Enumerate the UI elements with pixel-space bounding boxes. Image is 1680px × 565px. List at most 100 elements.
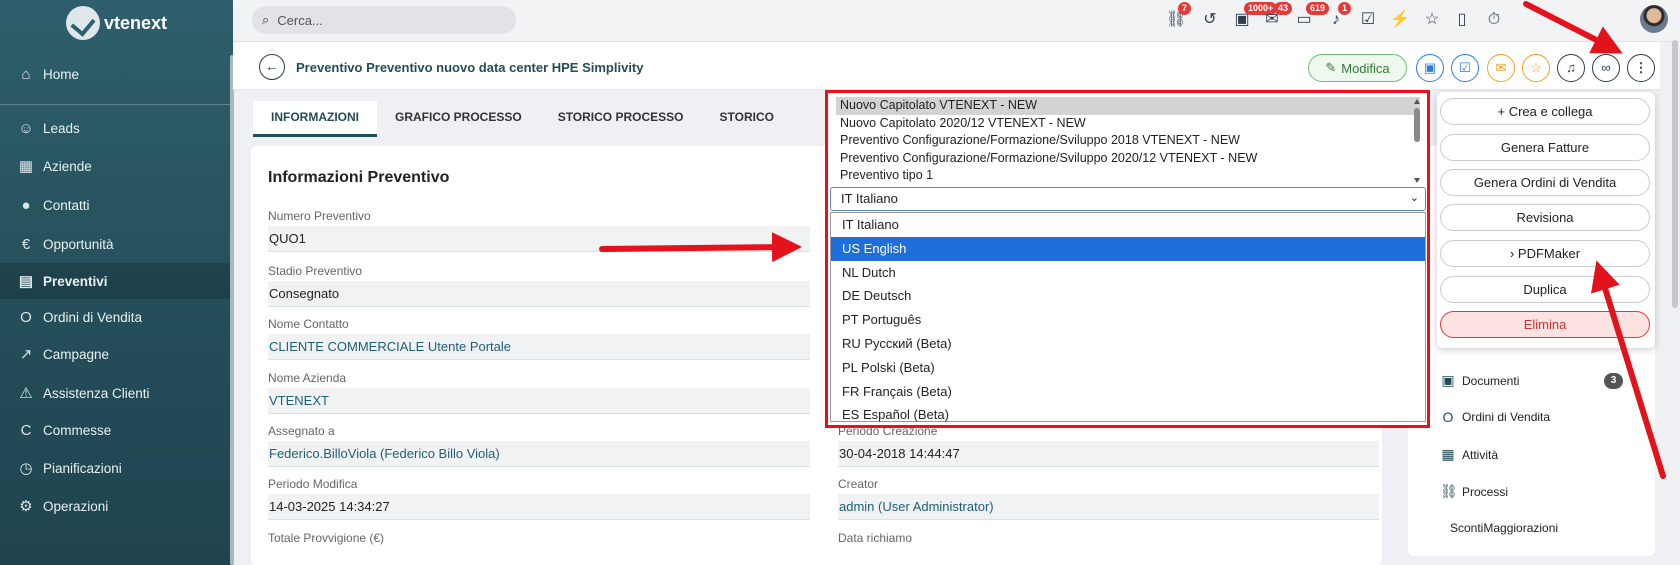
sidebar-item-campagne[interactable]: ↗ Campagne <box>0 336 233 372</box>
tab-grafico-processo[interactable]: GRAFICO PROCESSO <box>377 101 540 137</box>
menu-pdfmaker[interactable]: › PDFMaker <box>1440 240 1650 267</box>
language-selected-value: IT Italiano <box>841 191 898 206</box>
language-option[interactable]: US English <box>831 236 1425 261</box>
star-top-button[interactable]: ☆ <box>1422 10 1442 30</box>
language-option[interactable]: IT Italiano <box>831 213 1425 237</box>
page-scrollbar[interactable] <box>1672 40 1678 308</box>
lightning-top-button[interactable]: ⚡ <box>1390 10 1410 30</box>
search-placeholder: Cerca... <box>277 12 323 28</box>
menu-duplica[interactable]: Duplica <box>1440 276 1650 303</box>
tab-informazioni[interactable]: INFORMAZIONI <box>253 101 377 137</box>
notification-badge: 7 <box>1178 2 1192 15</box>
record-title: Preventivo Preventivo nuovo data center … <box>296 60 644 75</box>
field-value[interactable]: CLIENTE COMMERCIALE Utente Portale <box>268 334 810 360</box>
language-select[interactable]: IT Italiano ⌄ <box>830 187 1426 211</box>
logo-mark-icon <box>66 6 100 40</box>
calendar-icon: ▦ <box>1441 446 1455 462</box>
language-option[interactable]: FR Français (Beta) <box>831 380 1425 404</box>
logo-text: vtenext <box>104 12 168 33</box>
template-option[interactable]: Preventivo Configurazione/Formazione/Svi… <box>836 132 1420 150</box>
sidebar-scrollbar[interactable] <box>230 55 234 565</box>
edit-label: Modifica <box>1341 60 1390 76</box>
timer-top-button[interactable]: ⏱ <box>1484 10 1504 30</box>
language-option[interactable]: ES Español (Beta) <box>831 403 1425 427</box>
menu-revisiona[interactable]: Revisiona <box>1440 204 1650 231</box>
related-documenti[interactable]: ▣ Documenti <box>1440 372 1519 389</box>
template-option[interactable]: Preventivo tipo 1 <box>836 167 1420 185</box>
chat-top-button[interactable]: ▭ 619 <box>1294 2 1330 30</box>
gear-c-icon: ⚙ <box>19 498 33 515</box>
menu-crea-e-collega[interactable]: + Crea e collega <box>1440 98 1650 125</box>
field-value[interactable]: Federico.BilloViola (Federico Billo Viol… <box>268 441 810 467</box>
tab-storico-processo[interactable]: STORICO PROCESSO <box>540 101 702 137</box>
calendar-action-button[interactable]: ▣ <box>1416 54 1444 82</box>
sidebar-item-label: Opportunità <box>43 236 114 252</box>
notification-badge: 43 <box>1274 2 1293 15</box>
template-listbox[interactable]: Nuovo Capitolato VTENEXT - NEW Nuovo Capi… <box>836 97 1420 183</box>
sidebar-item-preventivi[interactable]: ▤ Preventivi <box>0 263 233 299</box>
sidebar-item-home[interactable]: ⌂ Home <box>0 56 233 92</box>
mail-top-button[interactable]: ✉ 43 <box>1262 2 1293 30</box>
related-label: Ordini di Vendita <box>1462 410 1551 424</box>
menu-genera-fatture[interactable]: Genera Fatture <box>1440 134 1650 161</box>
field-value[interactable]: VTENEXT <box>268 388 810 414</box>
sidebar-item-operazioni[interactable]: ⚙ Operazioni <box>0 488 233 524</box>
lightning-icon: ⚡ <box>1390 11 1410 28</box>
language-option[interactable]: DE Deutsch <box>831 284 1425 308</box>
favorite-action-button[interactable]: ☆ <box>1522 54 1550 82</box>
sidebar-item-label: Preventivi <box>43 273 108 289</box>
section-title: Informazioni Preventivo <box>268 169 450 186</box>
edit-button[interactable]: ✎ Modifica <box>1308 54 1407 82</box>
link-action-button[interactable]: ∞ <box>1592 54 1620 82</box>
menu-elimina[interactable]: Elimina <box>1440 311 1650 338</box>
process-top-button[interactable]: ⛓ 7 <box>1166 2 1192 30</box>
related-processi[interactable]: ⛓ Processi <box>1440 483 1508 500</box>
field-label: Creator <box>838 477 879 491</box>
template-list-scrollbar[interactable] <box>1412 98 1422 184</box>
template-option[interactable]: Nuovo Capitolato 2020/12 VTENEXT - NEW <box>836 115 1420 133</box>
logo[interactable]: vtenext <box>66 6 167 40</box>
field-value: 14-03-2025 14:34:27 <box>268 494 810 520</box>
back-button[interactable]: ← <box>259 54 285 80</box>
related-attivit-[interactable]: ▦ Attività <box>1440 446 1498 463</box>
language-option[interactable]: RU Русский (Beta) <box>831 332 1425 356</box>
sidebar-item-aziende[interactable]: ▦ Aziende <box>0 148 233 184</box>
menu-genera-ordini-di-vendita[interactable]: Genera Ordini di Vendita <box>1440 169 1650 196</box>
field-label: Stadio Preventivo <box>268 264 363 278</box>
avatar[interactable] <box>1640 5 1668 33</box>
task-action-button[interactable]: ☑ <box>1451 54 1479 82</box>
tab-storico[interactable]: STORICO <box>702 101 792 137</box>
sidebar-item-leads[interactable]: ☺ Leads <box>0 110 233 146</box>
related-scontimaggiorazioni[interactable]: ScontiMaggiorazioni <box>1450 521 1558 535</box>
language-option[interactable]: NL Dutch <box>831 261 1425 285</box>
calendar-top-button[interactable]: ▣ 1000+ <box>1232 2 1278 30</box>
language-option[interactable]: PL Polski (Beta) <box>831 356 1425 380</box>
more-options-button[interactable]: ⋮ <box>1627 54 1655 82</box>
sidebar-item-label: Assistenza Clienti <box>43 385 150 401</box>
sidebar-item-label: Leads <box>43 120 80 136</box>
related-ordini-di-vendita[interactable]: O Ordini di Vendita <box>1440 409 1551 425</box>
notification-badge: 1 <box>1338 2 1352 15</box>
template-option[interactable]: Preventivo Configurazione/Formazione/Svi… <box>836 150 1420 168</box>
email-action-button[interactable]: ✉ <box>1487 54 1515 82</box>
sidebar-item-ordini-di-vendita[interactable]: O Ordini di Vendita <box>0 299 233 335</box>
field-label: Data richiamo <box>838 531 913 545</box>
sidebar-item-pianificazioni[interactable]: ◷ Pianificazioni <box>0 450 233 486</box>
field-label: Totale Provvigione (€) <box>268 531 385 545</box>
sidebar-item-contatti[interactable]: ● Contatti <box>0 187 233 223</box>
notify-action-button[interactable]: ♫ <box>1557 54 1585 82</box>
checkbox-icon: ☑ <box>1360 11 1376 28</box>
sidebar-item-assistenza-clienti[interactable]: ⚠ Assistenza Clienti <box>0 375 233 411</box>
checkbox-top-button[interactable]: ☑ <box>1358 10 1378 30</box>
bell-top-button[interactable]: ♪ 1 <box>1326 2 1352 30</box>
related-label: Processi <box>1462 484 1509 499</box>
history-top-button[interactable]: ↺ <box>1200 10 1220 30</box>
sidebar-item-opportunit[interactable]: € Opportunità <box>0 226 233 262</box>
template-option[interactable]: Nuovo Capitolato VTENEXT - NEW <box>836 97 1420 115</box>
sidebar-item-commesse[interactable]: C Commesse <box>0 412 233 448</box>
document-top-button[interactable]: ▯ <box>1452 10 1472 30</box>
language-option[interactable]: PT Português <box>831 308 1425 332</box>
field-value[interactable]: admin (User Administrator) <box>838 494 1379 520</box>
history-icon: ↺ <box>1203 11 1217 28</box>
search-input[interactable]: ⌕ Cerca... <box>252 6 516 34</box>
